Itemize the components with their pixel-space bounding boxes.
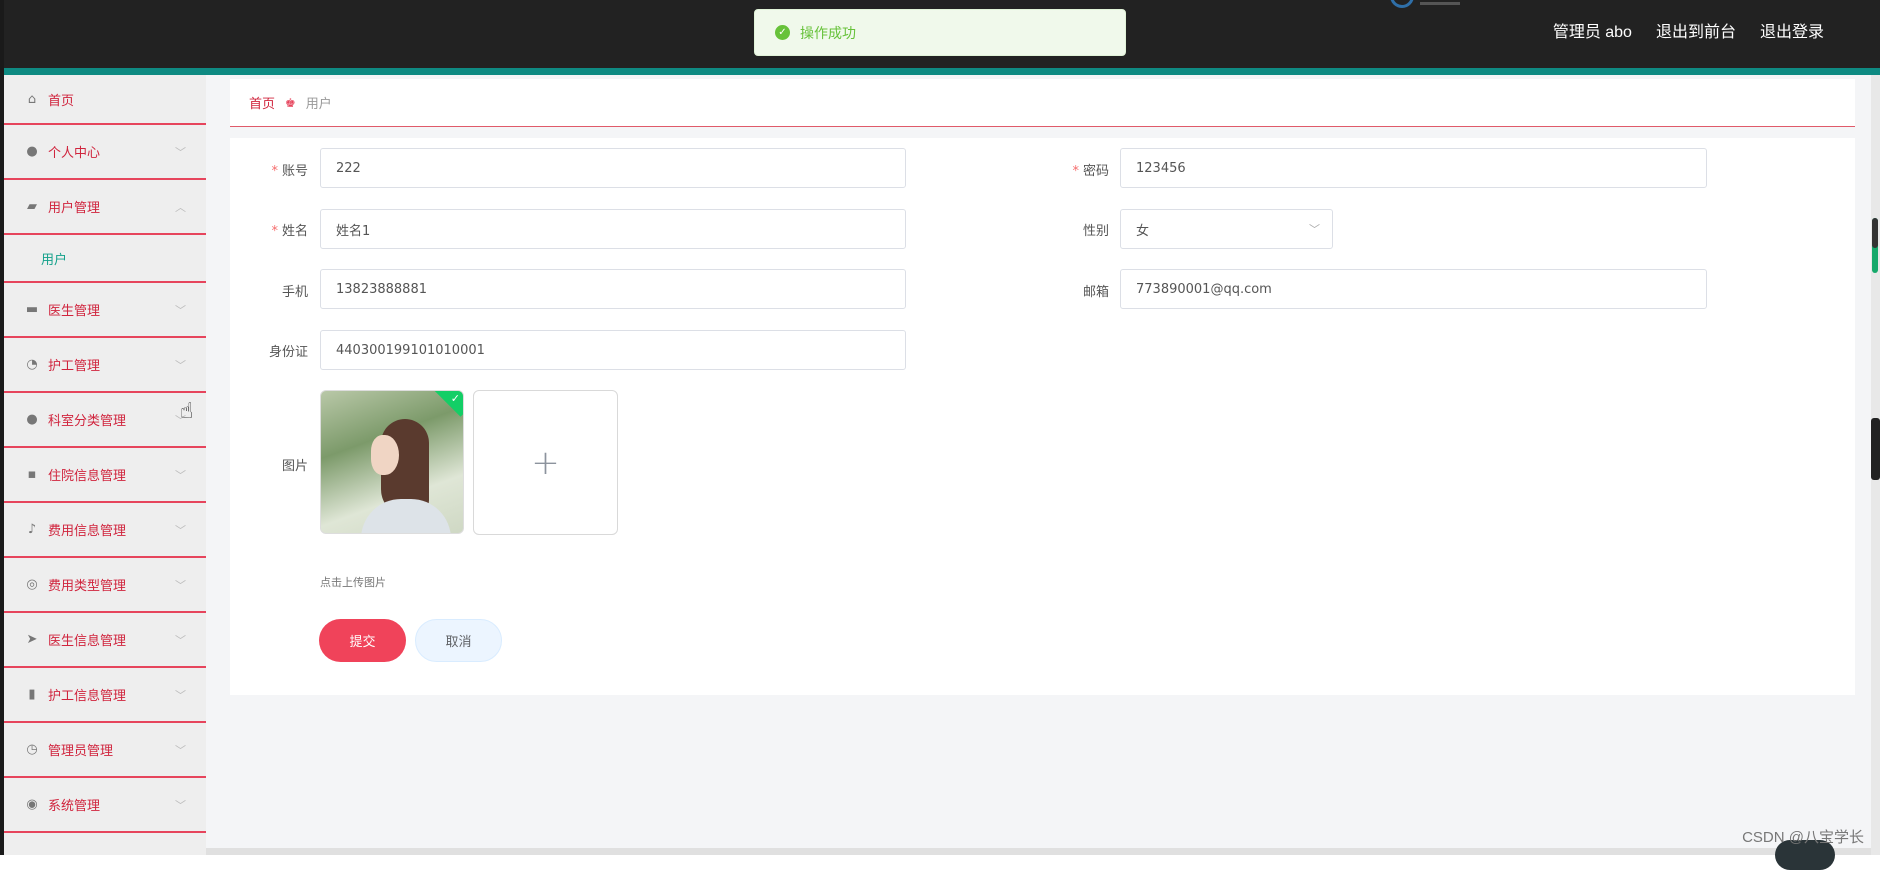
- sidebar-item-user-management[interactable]: ▰ 用户管理 ︿: [4, 180, 206, 235]
- clock-icon: ◷: [26, 742, 38, 757]
- chevron-down-icon: ﹀: [175, 523, 186, 537]
- sidebar-item-label: 用户: [41, 252, 68, 268]
- back-to-front-link[interactable]: 退出到前台: [1656, 18, 1736, 42]
- sidebar-item-doctor-management[interactable]: ▬ 医生管理 ﹀: [4, 283, 206, 338]
- sidebar: ⌂ 首页 ● 个人中心 ﹀ ▰ 用户管理 ︿ 用户 ▬ 医生管理 ﹀ ◔ 护工管…: [4, 75, 206, 855]
- idcard-input[interactable]: 440300199101010001: [320, 330, 906, 370]
- bar-chart-icon: ▮: [28, 687, 36, 702]
- sidebar-item-label: 护工信息管理: [48, 689, 127, 704]
- sidebar-item-caregiver-management[interactable]: ◔ 护工管理 ﹀: [4, 338, 206, 393]
- uploaded-image-thumbnail[interactable]: ✓: [320, 390, 464, 534]
- password-label: * 密码: [1072, 164, 1109, 179]
- sidebar-item-label: 住院信息管理: [48, 469, 127, 484]
- monitor-icon: ▬: [25, 302, 39, 317]
- chevron-down-icon: ﹀: [175, 145, 186, 159]
- chevron-down-icon: ﹀: [175, 798, 186, 812]
- chevron-up-icon: ︿: [175, 200, 186, 214]
- target-icon: ◎: [26, 577, 38, 592]
- sidebar-subitem-user[interactable]: 用户: [4, 235, 206, 283]
- sidebar-item-label: 医生管理: [48, 304, 101, 319]
- hand-cursor-icon: ☝: [180, 399, 194, 424]
- window-edge: [0, 0, 4, 855]
- name-input[interactable]: 姓名1: [320, 209, 906, 249]
- sidebar-item-label: 管理员管理: [48, 744, 114, 759]
- email-label: 邮箱: [1082, 285, 1109, 300]
- submit-button[interactable]: 提交: [319, 619, 406, 662]
- chevron-down-icon: ﹀: [175, 743, 186, 757]
- check-icon: ✓: [450, 392, 460, 405]
- message-icon: ▪: [27, 467, 37, 482]
- crown-icon: ♚: [285, 95, 296, 110]
- sidebar-item-label: 用户管理: [48, 201, 101, 216]
- chevron-down-icon: ﹀: [175, 358, 186, 372]
- breadcrumb: 首页 ♚ 用户: [230, 79, 1855, 127]
- phone-input[interactable]: 13823888881: [320, 269, 906, 309]
- name-label: * 姓名: [271, 224, 308, 239]
- sidebar-item-admin-management[interactable]: ◷ 管理员管理 ﹀: [4, 723, 206, 778]
- sidebar-item-caregiver-info[interactable]: ▮ 护工信息管理 ﹀: [4, 668, 206, 723]
- sidebar-item-label: 费用信息管理: [48, 524, 127, 539]
- sidebar-item-home[interactable]: ⌂ 首页: [4, 75, 206, 125]
- breadcrumb-current: 用户: [305, 97, 332, 112]
- settings-icon: ◉: [26, 797, 38, 812]
- gender-value: 女: [1136, 223, 1150, 239]
- chevron-down-icon: ﹀: [175, 303, 186, 317]
- sidebar-item-system-management[interactable]: ◉ 系统管理 ﹀: [4, 778, 206, 833]
- watermark: CSDN @八宝学长: [1742, 829, 1864, 846]
- upload-add-button[interactable]: +: [473, 390, 618, 535]
- chevron-down-icon: ﹀: [175, 578, 186, 592]
- chevron-down-icon: ﹀: [175, 688, 186, 702]
- sidebar-item-label: 系统管理: [48, 799, 101, 814]
- sidebar-item-fee-type[interactable]: ◎ 费用类型管理 ﹀: [4, 558, 206, 613]
- send-icon: ➤: [26, 632, 38, 647]
- sidebar-item-doctor-info[interactable]: ➤ 医生信息管理 ﹀: [4, 613, 206, 668]
- sidebar-item-department-category[interactable]: ● 科室分类管理 ﹀: [4, 393, 206, 448]
- mic-icon: ♪: [27, 522, 37, 537]
- sidebar-item-personal-center[interactable]: ● 个人中心 ﹀: [4, 125, 206, 180]
- ticket-icon: ▰: [27, 199, 37, 214]
- user-icon: ●: [26, 412, 38, 427]
- success-check-icon: ✓: [775, 25, 790, 40]
- side-handle[interactable]: [1871, 418, 1880, 480]
- sidebar-item-label: 费用类型管理: [48, 579, 127, 594]
- bottom-edge: [206, 848, 1871, 855]
- password-input[interactable]: 123456: [1120, 148, 1707, 188]
- breadcrumb-home[interactable]: 首页: [249, 93, 275, 112]
- sidebar-item-label: 护工管理: [48, 359, 101, 374]
- chevron-down-icon: ﹀: [175, 633, 186, 647]
- image-label: 图片: [281, 459, 308, 474]
- header-accent-bar: [0, 68, 1880, 75]
- sidebar-item-label: 首页: [48, 93, 75, 109]
- cancel-button[interactable]: 取消: [415, 619, 502, 662]
- toast-message: 操作成功: [800, 25, 856, 42]
- gauge-icon: ◔: [26, 357, 38, 372]
- header-divider: [1420, 2, 1460, 5]
- sidebar-item-label: 医生信息管理: [48, 634, 127, 649]
- gender-label: 性别: [1082, 224, 1109, 239]
- success-toast: ✓ 操作成功: [754, 9, 1126, 56]
- user-icon: ●: [26, 144, 38, 159]
- scrollbar-thumb-top: [1872, 218, 1878, 248]
- email-input[interactable]: 773890001@qq.com: [1120, 269, 1707, 309]
- sidebar-item-label: 个人中心: [48, 146, 101, 161]
- logout-link[interactable]: 退出登录: [1760, 18, 1824, 42]
- account-input[interactable]: 222: [320, 148, 906, 188]
- admin-name: 管理员 abo: [1552, 24, 1632, 41]
- account-label: * 账号: [271, 164, 308, 179]
- idcard-label: 身份证: [268, 345, 308, 360]
- chevron-down-icon: ﹀: [1309, 223, 1320, 236]
- plus-icon: +: [531, 442, 560, 483]
- header-links: 管理员 abo 退出到前台 退出登录: [1553, 18, 1824, 42]
- sidebar-item-label: 科室分类管理: [48, 414, 127, 429]
- phone-label: 手机: [281, 285, 308, 300]
- home-icon: ⌂: [27, 91, 37, 107]
- upload-tip: 点击上传图片: [320, 576, 386, 589]
- chevron-down-icon: ﹀: [175, 468, 186, 482]
- gender-select[interactable]: 女 ﹀: [1120, 209, 1333, 249]
- sidebar-item-inpatient-info[interactable]: ▪ 住院信息管理 ﹀: [4, 448, 206, 503]
- sidebar-item-fee-info[interactable]: ♪ 费用信息管理 ﹀: [4, 503, 206, 558]
